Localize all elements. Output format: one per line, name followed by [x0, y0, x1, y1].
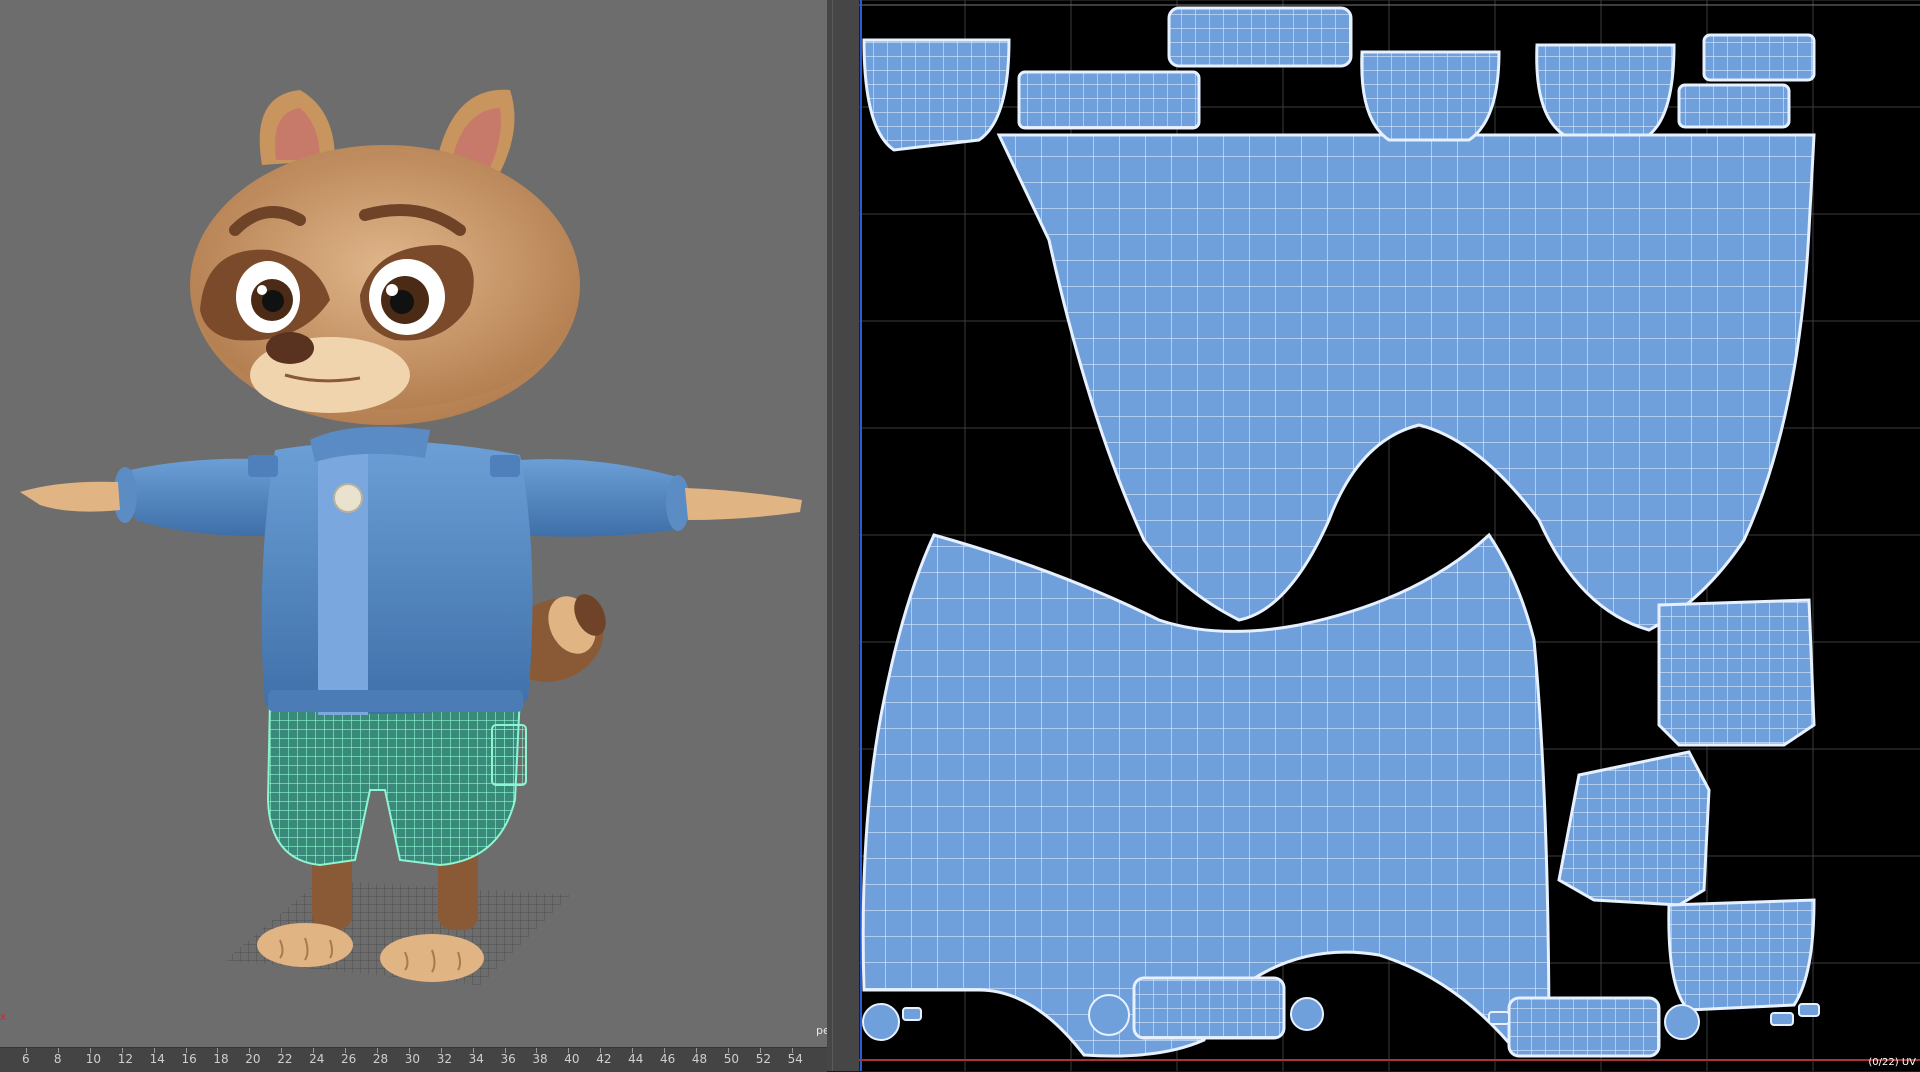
timeline-tick-label: 26 — [341, 1052, 357, 1066]
time-slider[interactable]: 6 8 10 12 14 16 18 20 22 24 26 28 30 32 34 36 38 40 42 44 46… — [0, 1047, 827, 1072]
uv-shell-shorts-back[interactable] — [996, 133, 1816, 632]
timeline-tick-label: 44 — [628, 1052, 644, 1066]
uv-editor[interactable]: (0/22) UV — [859, 0, 1920, 1071]
timeline-tick-label: 14 — [149, 1052, 165, 1066]
origin-axis-marker: x — [0, 1012, 6, 1023]
timeline-tick-label: 42 — [596, 1052, 612, 1066]
timeline-tick-label: 12 — [117, 1052, 133, 1066]
timeline-tick-label: 38 — [532, 1052, 548, 1066]
timeline-tick-label: 28 — [372, 1052, 389, 1066]
timeline-tick-label: 32 — [436, 1052, 452, 1066]
timeline-tick-label: 48 — [691, 1052, 708, 1066]
timeline-tick-label: 30 — [404, 1052, 421, 1066]
uv-shell-pocket-2[interactable] — [1360, 50, 1501, 142]
timeline-tick-label: 24 — [309, 1052, 325, 1066]
raccoon-head — [190, 89, 580, 425]
timeline-tick-label: 36 — [500, 1052, 516, 1066]
panel-divider-line — [832, 0, 833, 1071]
timeline-tick-label: 8 — [53, 1052, 62, 1066]
perspective-viewport[interactable]: pe x — [0, 0, 827, 1071]
timeline-tick-label: 20 — [245, 1052, 261, 1066]
camera-label: pe — [816, 1024, 827, 1037]
uv-shell-waistband-2[interactable] — [1167, 6, 1353, 68]
timeline-tick-label: 34 — [468, 1052, 484, 1066]
uv-shell-cargo-pocket-2[interactable] — [1557, 750, 1711, 907]
uv-shell-waistband-1[interactable] — [1017, 70, 1201, 130]
uv-selection-status: (0/22) UV — [1868, 1057, 1916, 1068]
uv-shell-buttons[interactable] — [862, 994, 1820, 1041]
uv-shell-pocket-1[interactable] — [862, 38, 1011, 152]
timeline-tick-label: 54 — [787, 1052, 803, 1066]
timeline-tick-label: 18 — [213, 1052, 229, 1066]
timeline-tick-label: 50 — [723, 1052, 740, 1066]
uv-shell-cargo-pocket-1[interactable] — [1657, 598, 1816, 747]
timeline-tick-label: 10 — [85, 1052, 102, 1066]
timeline-tick-label: 52 — [755, 1052, 771, 1066]
timeline-tick-label: 22 — [277, 1052, 293, 1066]
uv-shell-pocket-4[interactable] — [1667, 898, 1816, 1012]
uv-shell-flap-1[interactable] — [1677, 33, 1816, 129]
timeline-tick-label: 46 — [660, 1052, 676, 1066]
timeline-tick-label: 16 — [181, 1052, 197, 1066]
jacket — [248, 426, 533, 715]
timeline-tick-label: 40 — [564, 1052, 580, 1066]
uv-shell-strip-bottom-1[interactable] — [1132, 976, 1286, 1040]
shorts-mesh-selected[interactable] — [266, 693, 527, 867]
uv-shell-strip-bottom-2[interactable] — [1507, 996, 1661, 1058]
timeline-tick-label: 6 — [22, 1052, 30, 1066]
uv-shell-pocket-3[interactable] — [1535, 43, 1676, 137]
